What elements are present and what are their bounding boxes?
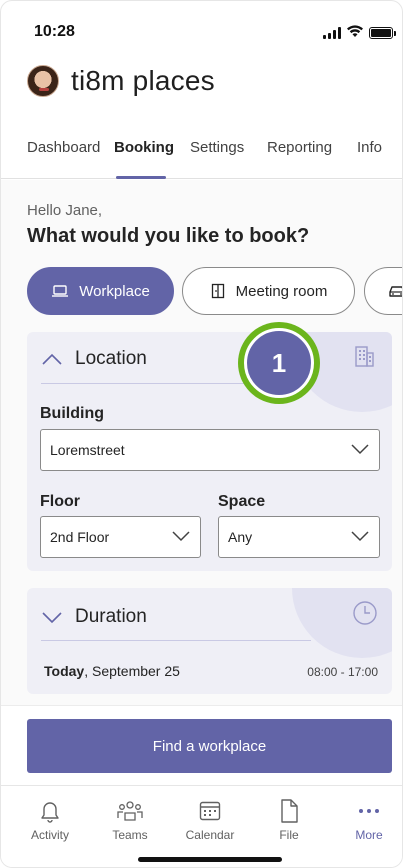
app-header: ti8m places (27, 65, 215, 97)
tab-settings[interactable]: Settings (190, 139, 244, 156)
avatar[interactable] (27, 65, 59, 97)
chevron-up-icon (42, 353, 62, 365)
nav-activity[interactable]: Activity (15, 796, 85, 842)
clock-icon (353, 601, 377, 625)
tab-dashboard[interactable]: Dashboard (27, 139, 100, 156)
wifi-icon (347, 25, 363, 37)
active-tab-indicator (116, 176, 166, 179)
duration-header[interactable]: Duration (41, 606, 147, 628)
location-card: Location Building Loremstreet Floor 2nd … (27, 332, 392, 571)
nav-file[interactable]: File (254, 796, 324, 842)
meeting-room-chip[interactable]: Meeting room (182, 267, 355, 315)
laptop-icon (52, 285, 69, 297)
meeting-room-chip-label: Meeting room (235, 282, 328, 300)
nav-more-label: More (355, 828, 383, 842)
building-label: Building (40, 405, 104, 422)
door-icon (211, 283, 224, 299)
tab-reporting[interactable]: Reporting (267, 139, 332, 156)
floor-label: Floor (40, 493, 80, 510)
more-icon (359, 809, 379, 813)
duration-title: Duration (75, 606, 147, 627)
duration-day: Today (44, 663, 85, 679)
floor-select[interactable]: 2nd Floor (40, 516, 201, 558)
nav-teams[interactable]: Teams (95, 796, 165, 842)
nav-activity-label: Activity (30, 828, 69, 842)
duration-hours[interactable]: 08:00 - 17:00 (307, 665, 378, 679)
tab-booking[interactable]: Booking (114, 139, 174, 156)
step-marker-number: 1 (244, 328, 314, 398)
location-header[interactable]: Location (41, 348, 147, 370)
signal-icon (323, 27, 343, 39)
step-marker: 1 (238, 322, 320, 404)
nav-teams-label: Teams (112, 828, 148, 842)
chevron-down-icon (172, 531, 190, 542)
floor-value: 2nd Floor (50, 529, 110, 545)
bell-icon (41, 802, 59, 823)
nav-more[interactable]: More (334, 796, 402, 842)
calendar-icon (199, 801, 221, 821)
nav-calendar-label: Calendar (185, 828, 235, 842)
chevron-down-icon (42, 612, 62, 624)
find-workplace-button[interactable]: Find a workplace (27, 719, 392, 773)
tab-bar: Dashboard Booking Settings Reporting Inf… (1, 131, 402, 179)
space-value: Any (228, 529, 253, 545)
chevron-down-icon (351, 531, 369, 542)
battery-icon (369, 27, 396, 39)
file-icon (281, 799, 298, 823)
nav-file-label: File (279, 828, 299, 842)
greeting-text: Hello Jane, (27, 202, 103, 219)
duration-date-text: , September 25 (84, 663, 180, 679)
home-indicator[interactable] (138, 857, 282, 862)
workplace-chip[interactable]: Workplace (27, 267, 174, 315)
building-value: Loremstreet (50, 442, 125, 458)
space-select[interactable]: Any (218, 516, 380, 558)
workplace-chip-label: Workplace (79, 282, 150, 300)
tab-info[interactable]: Info (357, 139, 382, 156)
duration-card: Duration Today, September 25 08:00 - 17:… (27, 588, 392, 694)
chevron-down-icon (351, 444, 369, 455)
bottom-nav: Activity Teams Calendar File More (1, 785, 402, 867)
cta-bar: Find a workplace (1, 705, 402, 785)
status-bar: 10:28 (1, 1, 402, 53)
building-select[interactable]: Loremstreet (40, 429, 380, 471)
status-time: 10:28 (34, 23, 75, 40)
phone-screen: 10:28 ti8m places Dashboard Booking Sett… (0, 0, 403, 868)
page-title: What would you like to book? (27, 225, 310, 247)
space-label: Space (218, 493, 266, 510)
duration-date[interactable]: Today, September 25 (44, 663, 180, 679)
car-icon (389, 286, 402, 297)
building-icon (355, 346, 374, 367)
teams-icon (117, 801, 143, 821)
nav-calendar[interactable]: Calendar (175, 796, 245, 842)
app-title: ti8m places (71, 65, 215, 96)
location-title: Location (75, 348, 147, 369)
